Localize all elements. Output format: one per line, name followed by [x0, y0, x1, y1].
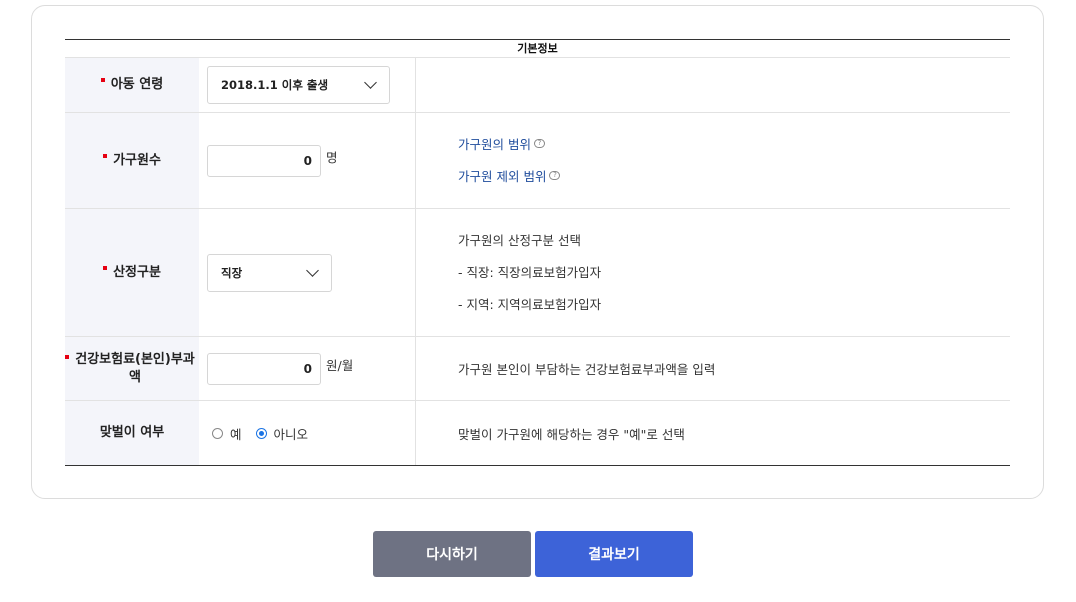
household-count-input[interactable]: 0: [207, 144, 321, 177]
info-icon: ?: [549, 170, 561, 180]
cell-desc: 가구원의 산정구분 선택 - 직장: 직장의료보험가입자 - 지역: 지역의료보…: [416, 209, 1010, 336]
required-marker: [100, 78, 105, 82]
row-household-count: 가구원수 0 명 가구원의 범위 ? 가구원 제외 범위 ?: [65, 113, 1010, 209]
row-header: 맞벌이 여부: [65, 401, 199, 465]
radio-yes-label[interactable]: 예: [230, 424, 242, 443]
row-header: 산정구분: [65, 209, 199, 336]
desc-line: - 지역: 지역의료보험가입자: [458, 296, 602, 312]
label-household-count: 가구원수: [113, 152, 161, 168]
row-header: 건강보험료(본인)부과액: [65, 337, 199, 400]
dual-income-radio-group: 예 아니오: [207, 424, 322, 443]
child-age-select-value: 2018.1.1 이후 출생: [221, 78, 329, 92]
row-child-age: 아동 연령 2018.1.1 이후 출생: [65, 58, 1010, 113]
cell-desc: 가구원 본인이 부담하는 건강보험료부과액을 입력: [416, 337, 1010, 400]
insurance-premium-unit: 원/월: [326, 358, 354, 373]
household-exclusion-link[interactable]: 가구원 제외 범위 ?: [458, 167, 1010, 184]
required-marker: [103, 265, 108, 270]
desc-line: 맞벌이 가구원에 해당하는 경우 "예"로 선택: [458, 426, 685, 442]
row-insurance-premium: 건강보험료(본인)부과액 0 원/월 가구원 본인이 부담하는 건강보험료부과액…: [65, 337, 1010, 401]
desc-line: 가구원의 산정구분 선택: [458, 232, 581, 248]
calculation-type-select-value: 직장: [221, 265, 243, 280]
row-calculation-type: 산정구분 직장 가구원의 산정구분 선택 - 직장: 직장의료보험가입자 - 지…: [65, 209, 1010, 337]
household-count-unit: 명: [326, 150, 338, 165]
desc-line: - 직장: 직장의료보험가입자: [458, 264, 602, 280]
insurance-premium-input[interactable]: 0: [207, 352, 321, 385]
row-header: 가구원수: [65, 113, 199, 208]
chevron-down-icon: [306, 263, 319, 277]
label-calculation-type: 산정구분: [113, 264, 161, 280]
cell-desc: 가구원의 범위 ? 가구원 제외 범위 ?: [416, 113, 1010, 208]
radio-no-label[interactable]: 아니오: [274, 424, 309, 443]
view-result-button[interactable]: 결과보기: [535, 531, 693, 577]
household-scope-link[interactable]: 가구원의 범위 ?: [458, 135, 1010, 152]
reset-button[interactable]: 다시하기: [373, 531, 531, 577]
row-dual-income: 맞벌이 여부 예 아니오 맞벌이 가구원에 해당하는 경우 "예"로 선택: [65, 401, 1010, 465]
cell-input: 예 아니오: [199, 401, 416, 465]
cell-desc: [416, 58, 1010, 112]
cell-input: 0 원/월: [199, 337, 416, 400]
label-insurance-premium: 건강보험료(본인)부과액: [75, 351, 195, 385]
radio-no[interactable]: [255, 427, 267, 439]
label-child-age: 아동 연령: [110, 77, 164, 92]
desc-line: 가구원 본인이 부담하는 건강보험료부과액을 입력: [458, 362, 716, 377]
chevron-down-icon: [364, 76, 377, 89]
calculation-type-select[interactable]: 직장: [207, 253, 332, 292]
required-marker: [65, 355, 69, 359]
cell-input: 2018.1.1 이후 출생: [199, 58, 416, 112]
cell-input: 직장: [199, 209, 416, 336]
radio-yes[interactable]: [212, 427, 223, 439]
info-icon: ?: [533, 138, 545, 148]
table-caption: 기본정보: [65, 40, 1010, 58]
required-marker: [103, 153, 108, 158]
cell-desc: 맞벌이 가구원에 해당하는 경우 "예"로 선택: [416, 401, 1010, 465]
basic-info-table: 기본정보 아동 연령 2018.1.1 이후 출생 가구원수 0 명 가구원의 …: [65, 39, 1010, 466]
label-dual-income: 맞벌이 여부: [99, 425, 165, 440]
cell-input: 0 명: [199, 113, 416, 208]
row-header: 아동 연령: [65, 58, 199, 112]
child-age-select[interactable]: 2018.1.1 이후 출생: [207, 66, 390, 104]
